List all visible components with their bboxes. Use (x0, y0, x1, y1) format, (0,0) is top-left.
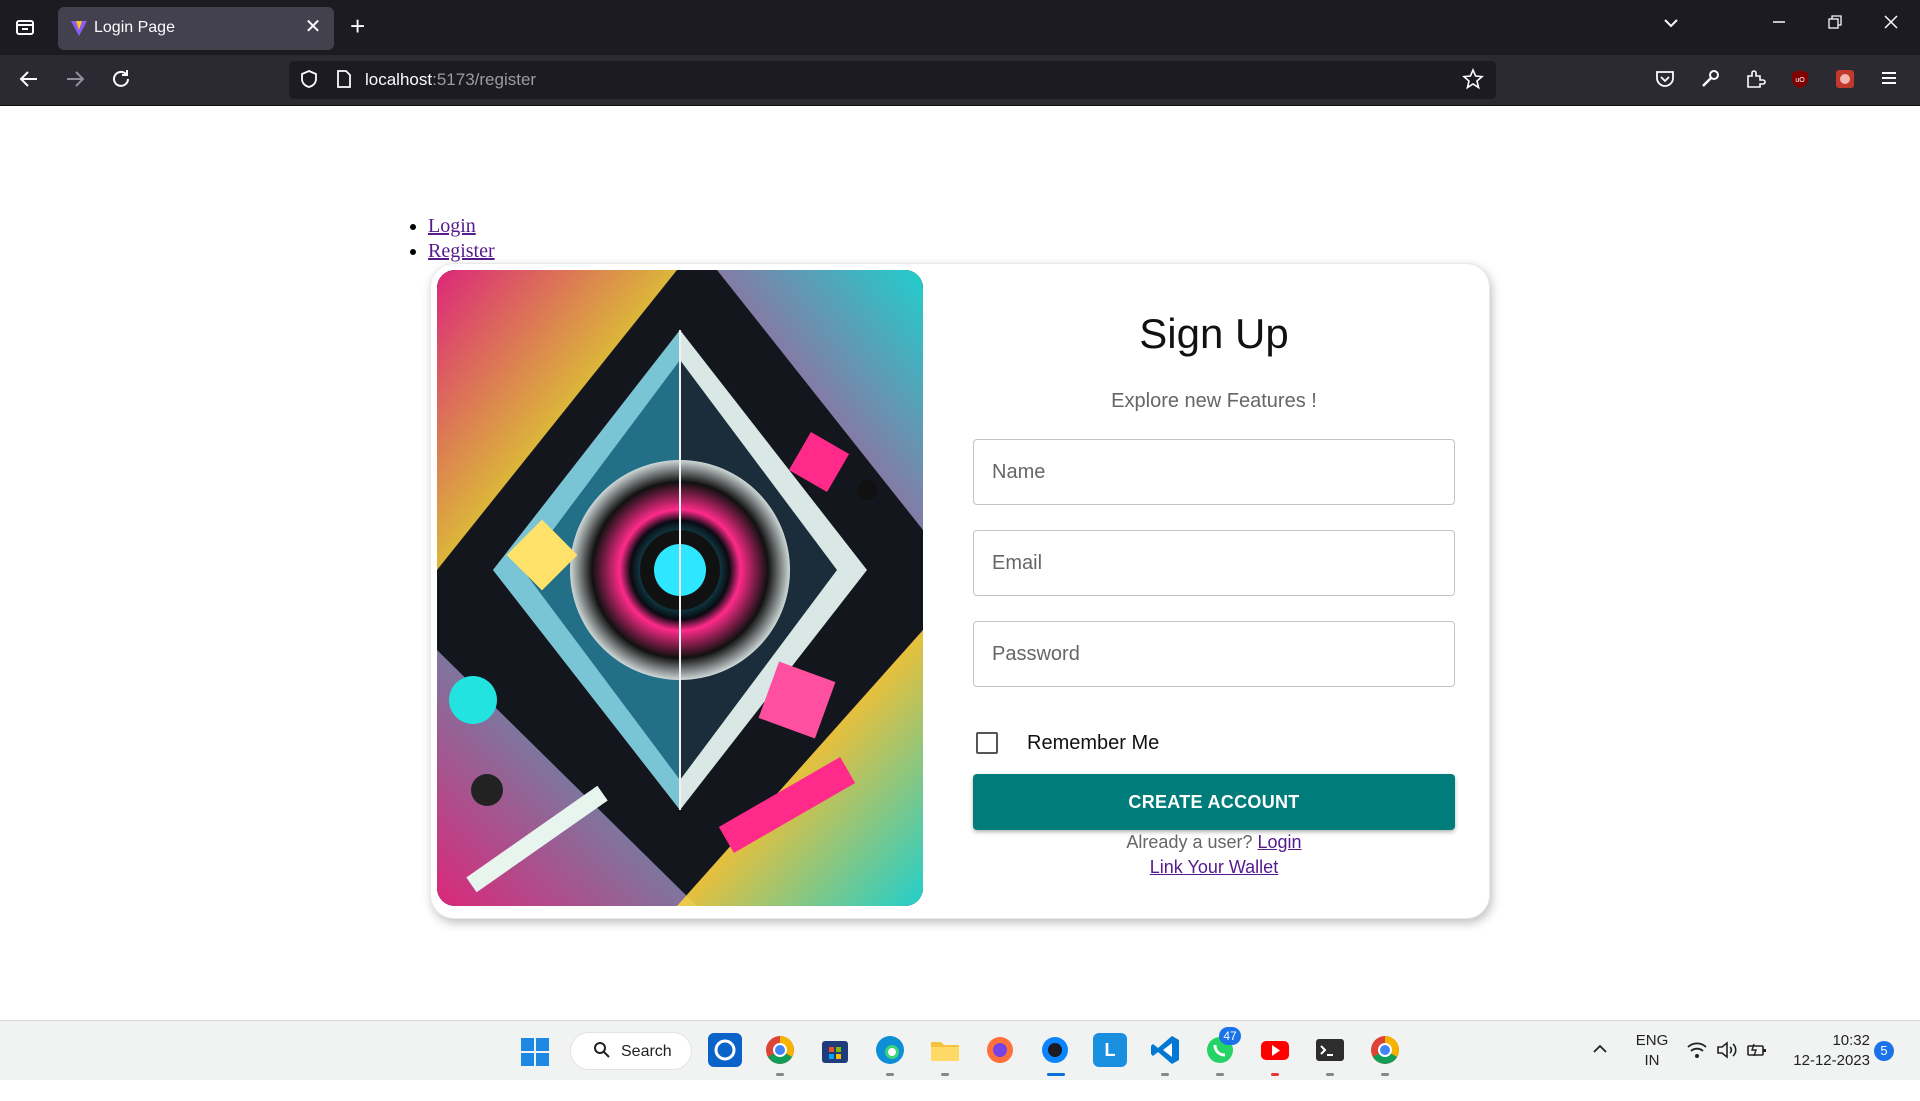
hamburger-menu-icon[interactable] (1876, 68, 1902, 94)
new-tab-button[interactable]: + (350, 12, 365, 40)
password-field (973, 621, 1455, 687)
svg-text:uO: uO (1795, 77, 1805, 84)
link-wallet-link[interactable]: Link Your Wallet (1150, 857, 1278, 877)
language-code: ENG (1635, 1032, 1669, 1049)
wallet-line: Link Your Wallet (973, 857, 1455, 878)
region-code: IN (1644, 1052, 1660, 1069)
chrome-profile-app-icon[interactable] (763, 1033, 797, 1067)
url-host: localhost (365, 70, 433, 89)
name-input[interactable] (974, 440, 1454, 504)
email-field (973, 530, 1455, 596)
chevron-down-icon[interactable] (1662, 14, 1680, 37)
signup-subtitle: Explore new Features ! (1111, 390, 1317, 412)
wrench-icon[interactable] (1697, 68, 1723, 94)
browser-toolbar: localhost:5173/register uO (0, 55, 1920, 106)
running-indicator (1271, 1073, 1279, 1076)
whatsapp-badge: 47 (1219, 1027, 1241, 1045)
remember-me-row[interactable]: Remember Me (973, 724, 1273, 764)
search-icon (593, 1041, 611, 1064)
running-indicator (1161, 1073, 1169, 1076)
battery-icon[interactable] (1746, 1041, 1768, 1101)
already-user-line: Already a user? Login (973, 832, 1455, 853)
url-text[interactable]: localhost:5173/register (365, 70, 536, 90)
restore-icon[interactable] (1820, 13, 1850, 34)
browser-tab-bar: Login Page ✕ + (0, 0, 1920, 55)
ublock-icon[interactable]: uO (1787, 68, 1813, 94)
remember-me-checkbox[interactable] (976, 732, 998, 754)
windows-taskbar: Search L 47 ENG IN 10:32 12-12-2023 5 (0, 1020, 1920, 1080)
firefox-dev-app-icon[interactable] (1038, 1033, 1072, 1067)
remember-me-label[interactable]: Remember Me (1027, 732, 1159, 755)
signup-title: Sign Up (1139, 310, 1289, 357)
running-indicator (941, 1073, 949, 1076)
store-app-icon[interactable] (818, 1033, 852, 1067)
abstract-art-image (437, 270, 923, 906)
url-bar[interactable]: localhost:5173/register (289, 61, 1496, 99)
extensions-icon[interactable] (1742, 68, 1768, 94)
already-user-text: Already a user? (1126, 832, 1253, 852)
vscode-app-icon[interactable] (1148, 1033, 1182, 1067)
edge-app-icon[interactable] (873, 1033, 907, 1067)
running-indicator (776, 1073, 784, 1076)
back-arrow-icon[interactable] (16, 68, 42, 94)
url-path: :5173/register (432, 70, 537, 89)
nav-item-register: Register (428, 239, 495, 264)
browser-tab-active[interactable]: Login Page ✕ (58, 7, 334, 50)
forward-arrow-icon[interactable] (62, 68, 88, 94)
page-nav-list: Login Register (428, 214, 495, 264)
nav-link-login[interactable]: Login (428, 215, 476, 237)
shield-icon[interactable] (299, 69, 319, 94)
running-indicator (1326, 1073, 1334, 1076)
email-input[interactable] (974, 531, 1454, 595)
l-app-icon[interactable]: L (1093, 1033, 1127, 1067)
name-field (973, 439, 1455, 505)
tab-list-icon[interactable] (12, 16, 38, 38)
reload-icon[interactable] (108, 68, 134, 94)
window-close-icon[interactable] (1876, 13, 1906, 34)
taskbar-clock[interactable]: 10:32 12-12-2023 (1780, 1031, 1870, 1071)
windows-start-icon[interactable] (520, 1037, 550, 1067)
vite-favicon-icon (70, 19, 88, 37)
wifi-icon[interactable] (1686, 1041, 1708, 1101)
running-indicator (1381, 1073, 1389, 1076)
taskbar-search[interactable]: Search (570, 1032, 692, 1070)
clock-time: 10:32 (1832, 1032, 1870, 1049)
search-label: Search (621, 1043, 672, 1060)
minimize-icon[interactable] (1764, 13, 1794, 34)
notification-badge[interactable]: 5 (1874, 1041, 1894, 1061)
chevron-up-icon[interactable] (1592, 1041, 1608, 1101)
page-info-icon[interactable] (335, 69, 353, 94)
tab-close-icon[interactable]: ✕ (302, 16, 324, 38)
create-account-button[interactable]: CREATE ACCOUNT (973, 774, 1455, 830)
cortana-app-icon[interactable] (708, 1033, 742, 1067)
bookmark-star-icon[interactable] (1462, 67, 1484, 96)
active-indicator (1047, 1073, 1065, 1076)
clock-date: 12-12-2023 (1793, 1052, 1870, 1069)
login-link[interactable]: Login (1258, 832, 1302, 852)
running-indicator (886, 1073, 894, 1076)
extension-red-icon[interactable] (1832, 68, 1858, 94)
language-indicator[interactable]: ENG IN (1634, 1031, 1670, 1091)
firefox-app-icon[interactable] (983, 1033, 1017, 1067)
running-indicator (1216, 1073, 1224, 1076)
page-viewport: Login Register (0, 106, 1920, 1020)
password-input[interactable] (974, 622, 1454, 686)
signup-card: Sign Up Explore new Features ! Remember … (430, 263, 1490, 919)
nav-item-login: Login (428, 214, 495, 239)
tab-title: Login Page (94, 19, 175, 36)
volume-icon[interactable] (1716, 1041, 1738, 1101)
terminal-app-icon[interactable] (1313, 1033, 1347, 1067)
file-explorer-app-icon[interactable] (928, 1033, 962, 1067)
chrome-app-icon[interactable] (1368, 1033, 1402, 1067)
youtube-app-icon[interactable] (1258, 1033, 1292, 1067)
nav-link-register[interactable]: Register (428, 240, 495, 262)
pocket-icon[interactable] (1652, 68, 1678, 94)
